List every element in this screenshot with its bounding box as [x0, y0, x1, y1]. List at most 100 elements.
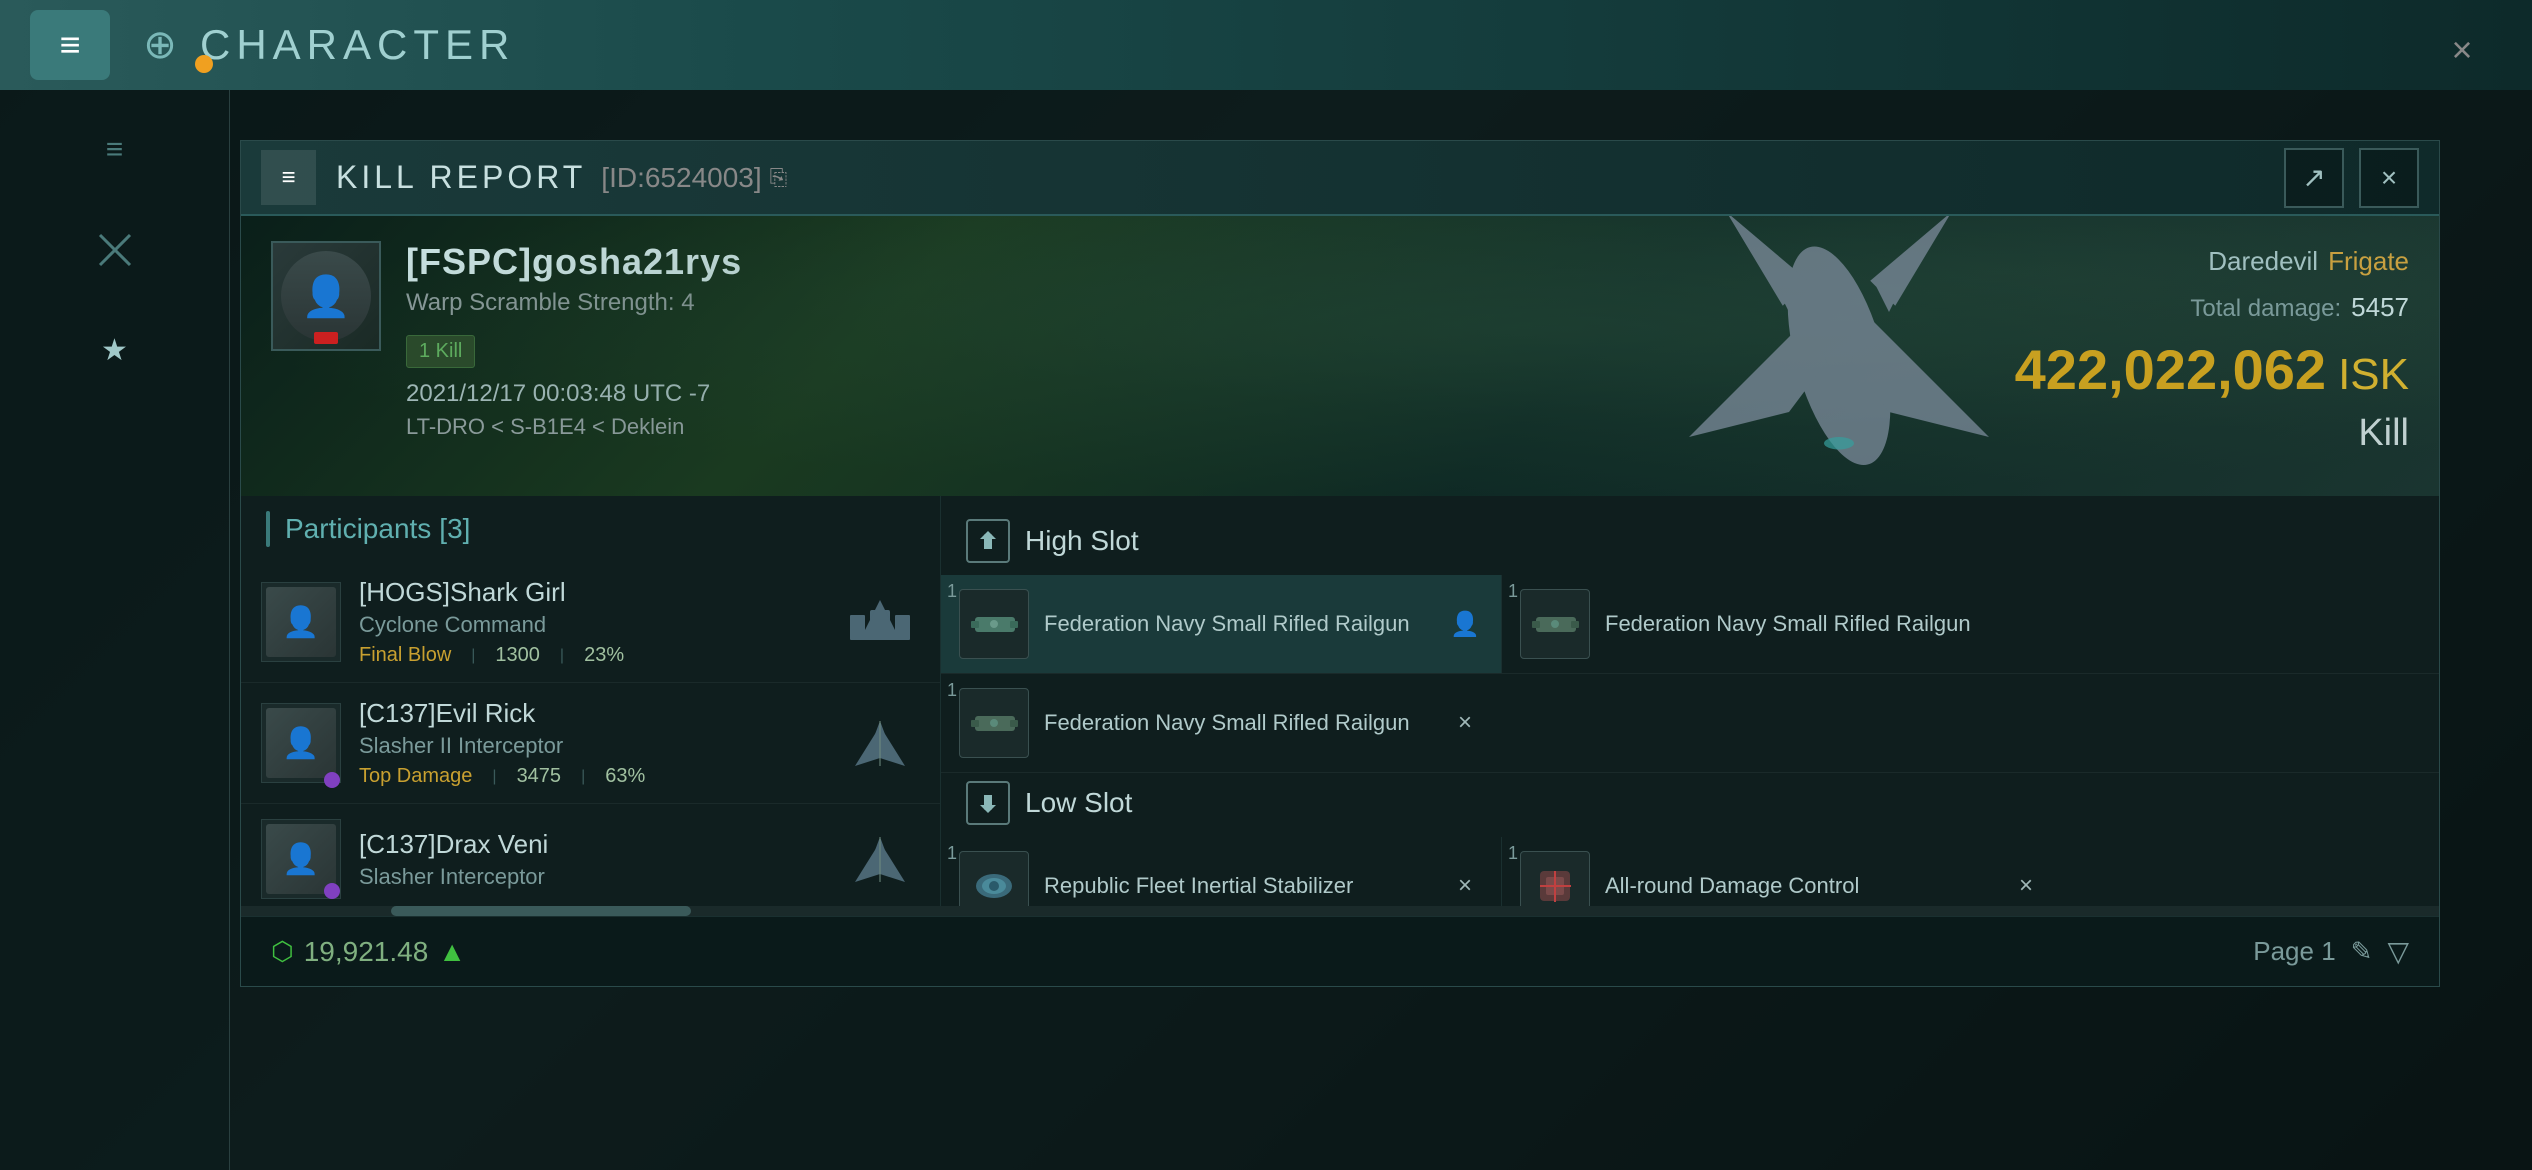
participant-face-placeholder: 👤	[266, 824, 336, 894]
modal-id: [ID:6524003]	[601, 162, 761, 194]
item-name: All-round Damage Control	[1605, 871, 1859, 901]
kill-stats: Daredevil Frigate Total damage: 5457 422…	[2015, 246, 2409, 455]
participant-ship-icon	[840, 829, 920, 889]
isk-value: 422,022,062	[2015, 337, 2326, 402]
high-slot-title: High Slot	[1025, 525, 1139, 557]
hamburger-icon: ≡	[59, 24, 80, 66]
modal-close-button[interactable]: ×	[2359, 148, 2419, 208]
page-edit-icon[interactable]: ✎	[2351, 936, 2373, 967]
high-slot-item-2[interactable]: 1 Federation Navy Small Rifled Railgun ×	[941, 674, 1501, 772]
participant-pct: 63%	[605, 765, 645, 788]
app-close-button[interactable]: ×	[2432, 20, 2492, 80]
high-slot-row-2: 1 Federation Navy Small Rifled Railgun ×	[941, 674, 2439, 773]
vitruvian-icon: ⊕	[130, 15, 190, 75]
item-close-icon[interactable]: ×	[1447, 705, 1483, 741]
main-area: ≡ KILL REPORT [ID:6524003] ⎘ ↗ × 👤	[230, 90, 2532, 1170]
slots-panel: High Slot 1	[941, 496, 2439, 916]
participant-ship-icon	[840, 713, 920, 773]
participant-details: [HOGS]Shark Girl Cyclone Command Final B…	[359, 577, 840, 667]
kill-report-modal: ≡ KILL REPORT [ID:6524003] ⎘ ↗ × 👤	[240, 140, 2440, 987]
footer-amount: 19,921.48	[304, 936, 429, 968]
sidebar-item-menu[interactable]: ≡	[75, 110, 155, 190]
participants-panel: Participants [3] 👤 [HOGS]Shark Girl Cycl…	[241, 496, 941, 916]
notification-dot	[195, 55, 213, 73]
item-close-icon[interactable]: ×	[1447, 868, 1483, 904]
corp-icon	[324, 772, 340, 788]
participants-title: Participants	[285, 513, 431, 545]
sidebar-item-combat[interactable]	[75, 210, 155, 290]
participant-face-placeholder: 👤	[266, 587, 336, 657]
slot-number: 1	[947, 843, 957, 864]
participant-tags: Final Blow | 1300 | 23%	[359, 644, 840, 667]
scrollbar-track	[241, 906, 2439, 916]
scrollbar-thumb[interactable]	[391, 906, 691, 916]
total-damage-value: 5457	[2351, 292, 2409, 323]
participant-ship: Slasher Interceptor	[359, 864, 840, 890]
slot-number: 1	[947, 581, 957, 602]
enemy-indicator	[314, 332, 338, 344]
modal-title: KILL REPORT	[336, 159, 586, 196]
page-indicator: Page 1 ✎ ▽	[2253, 935, 2409, 968]
participant-face-placeholder: 👤	[266, 708, 336, 778]
slot-number: 1	[1508, 581, 1518, 602]
modal-menu-button[interactable]: ≡	[261, 150, 316, 205]
footer-currency-icon: ⬡	[271, 936, 294, 967]
total-damage-label: Total damage:	[2190, 295, 2341, 323]
participant-ship-icon	[840, 592, 920, 652]
top-damage-label: Top Damage	[359, 765, 472, 788]
item-icon	[959, 589, 1029, 659]
participant-avatar: 👤	[261, 703, 341, 783]
kill-banner: 👤 [FSPC]gosha21rys Warp Scramble Strengt…	[241, 216, 2439, 496]
low-slot-title: Low Slot	[1025, 787, 1132, 819]
item-action-icon[interactable]: 👤	[1447, 606, 1483, 642]
participant-damage: 3475	[517, 765, 562, 788]
item-icon	[959, 688, 1029, 758]
low-slot-icon	[966, 781, 1010, 825]
ship-type: Frigate	[2328, 246, 2409, 277]
high-slot-row-1: 1 Federation Navy Small Rifled Railgun 👤	[941, 575, 2439, 674]
participant-avatar: 👤	[261, 582, 341, 662]
sidebar: ≡ ★	[0, 90, 230, 1170]
header-bar-accent	[266, 511, 270, 547]
copy-icon[interactable]: ⎘	[770, 165, 788, 191]
high-slot-item-1-left[interactable]: 1 Federation Navy Small Rifled Railgun 👤	[941, 575, 1501, 673]
bottom-section: Participants [3] 👤 [HOGS]Shark Girl Cycl…	[241, 496, 2439, 916]
participant-item[interactable]: 👤 [C137]Evil Rick Slasher II Interceptor…	[241, 683, 940, 804]
participant-name: [C137]Drax Veni	[359, 829, 840, 860]
slot-number: 1	[947, 680, 957, 701]
participants-header: Participants [3]	[241, 511, 940, 562]
participant-item[interactable]: 👤 [C137]Drax Veni Slasher Interceptor	[241, 804, 940, 915]
participant-details: [C137]Evil Rick Slasher II Interceptor T…	[359, 698, 840, 788]
isk-label: ISK	[2338, 350, 2409, 400]
participant-name: [HOGS]Shark Girl	[359, 577, 840, 608]
high-slot-item-1-right[interactable]: 1 Federation Navy Small Rifled Railgun	[1502, 575, 2062, 673]
pilot-face-placeholder: 👤	[281, 251, 371, 341]
participant-pct: 23%	[584, 644, 624, 667]
filter-icon[interactable]: ▽	[2387, 935, 2409, 968]
sidebar-item-star[interactable]: ★	[75, 310, 155, 390]
participant-damage: 1300	[495, 644, 540, 667]
modal-menu-icon: ≡	[281, 164, 295, 192]
low-slot-header: Low Slot	[941, 773, 2439, 837]
page-label: Page 1	[2253, 936, 2335, 967]
participant-ship: Cyclone Command	[359, 612, 840, 638]
external-link-button[interactable]: ↗	[2284, 148, 2344, 208]
external-icon: ↗	[2302, 161, 2325, 194]
footer-value: ⬡ 19,921.48 ▲	[271, 936, 466, 968]
participant-item[interactable]: 👤 [HOGS]Shark Girl Cyclone Command Final…	[241, 562, 940, 683]
slot-number: 1	[1508, 843, 1518, 864]
high-slot-header: High Slot	[941, 511, 2439, 575]
close-icon: ×	[2381, 162, 2397, 194]
top-bar: ≡ ⊕ CHARACTER ×	[0, 0, 2532, 90]
low-slot-item-1-right[interactable]: 1 All-round Damage Control ×	[1502, 837, 2062, 916]
corp-icon	[324, 883, 340, 899]
top-bar-menu-button[interactable]: ≡	[30, 10, 110, 80]
item-name: Federation Navy Small Rifled Railgun	[1605, 609, 1971, 639]
participant-tags: Top Damage | 3475 | 63%	[359, 765, 840, 788]
item-close-icon[interactable]: ×	[2008, 868, 2044, 904]
participant-details: [C137]Drax Veni Slasher Interceptor	[359, 829, 840, 890]
pilot-avatar[interactable]: 👤	[271, 241, 381, 351]
low-slot-item-1-left[interactable]: 1 Republic Fleet Inertial Stabilizer ×	[941, 837, 1501, 916]
participants-count: [3]	[439, 513, 470, 545]
item-name: Federation Navy Small Rifled Railgun	[1044, 708, 1410, 738]
